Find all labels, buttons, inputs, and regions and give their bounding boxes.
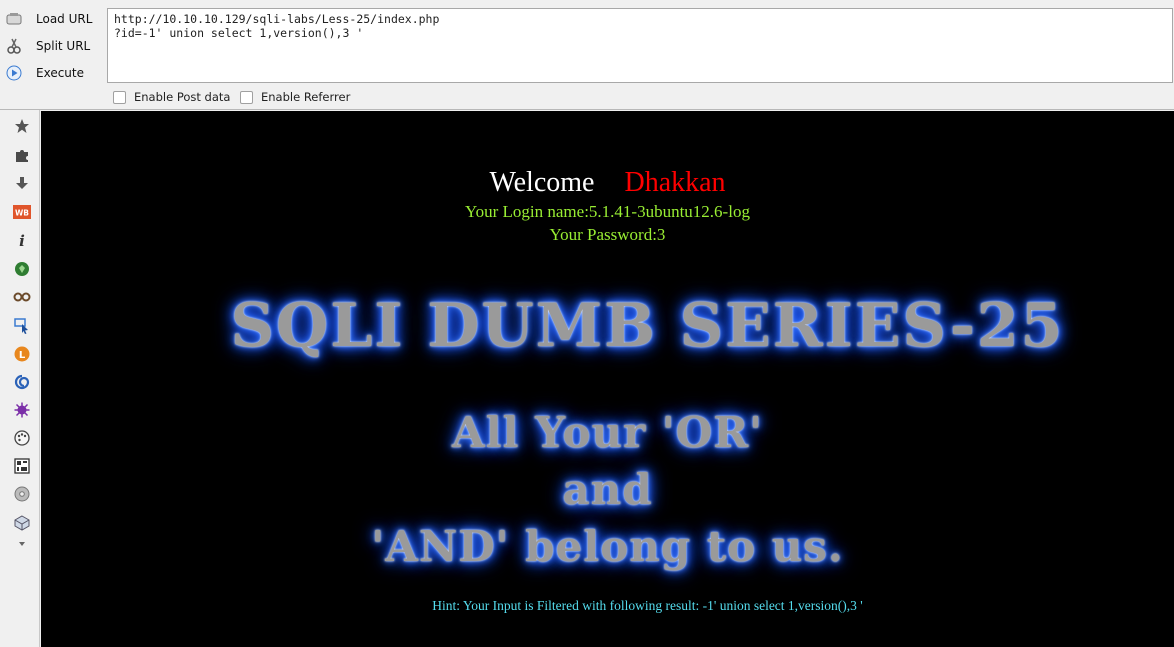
download-icon[interactable]: [12, 173, 32, 193]
load-url-icon: [4, 9, 24, 29]
star-icon[interactable]: [12, 116, 32, 136]
svg-text:i: i: [19, 232, 25, 248]
welcome-word: Welcome: [489, 167, 595, 198]
glasses-icon[interactable]: [12, 287, 32, 307]
filter-hint: Hint: Your Input is Filtered with follow…: [432, 598, 863, 613]
virus-icon[interactable]: [12, 400, 32, 420]
l-icon[interactable]: L: [12, 344, 32, 364]
slogan-line-1: All Your 'OR': [452, 408, 763, 457]
welcome-name: Dhakkan: [624, 167, 726, 198]
split-url-label: Split URL: [36, 39, 91, 53]
enable-referrer-checkbox[interactable]: Enable Referrer: [240, 90, 350, 104]
enable-post-data-checkbox[interactable]: Enable Post data: [113, 90, 230, 104]
wb-icon[interactable]: WB: [12, 202, 32, 222]
login-name-line: Your Login name:5.1.41-3ubuntu12.6-log: [465, 202, 750, 221]
scissors-icon: [4, 36, 24, 56]
puzzle-icon[interactable]: [12, 145, 32, 165]
checkbox-box[interactable]: [240, 90, 253, 104]
load-url-button[interactable]: Load URL: [4, 8, 100, 30]
enable-referrer-label: Enable Referrer: [261, 90, 351, 104]
grid-icon[interactable]: [12, 456, 32, 476]
cube-icon[interactable]: [12, 513, 32, 533]
enable-post-data-label: Enable Post data: [134, 90, 231, 104]
split-url-button[interactable]: Split URL: [4, 35, 100, 57]
shield-icon[interactable]: [12, 259, 32, 279]
info-icon[interactable]: i: [12, 230, 32, 250]
cursor-icon[interactable]: [12, 316, 32, 336]
palette-icon[interactable]: [12, 428, 32, 448]
swirl-icon[interactable]: [12, 372, 32, 392]
execute-button[interactable]: Execute: [4, 62, 100, 84]
addon-sidebar: WB i L: [0, 110, 40, 647]
page-content: Welcome Dhakkan Your Login name:5.1.41-3u…: [41, 111, 1174, 647]
welcome-line: Welcome Dhakkan: [41, 167, 1174, 199]
svg-text:WB: WB: [15, 209, 29, 218]
execute-label: Execute: [36, 66, 84, 80]
disc-icon[interactable]: [12, 484, 32, 504]
slogan-line-3: 'AND' belong to us.: [371, 522, 844, 571]
svg-text:L: L: [19, 350, 26, 361]
chevron-down-icon[interactable]: [12, 534, 32, 554]
load-url-label: Load URL: [36, 12, 93, 26]
play-icon: [4, 63, 24, 83]
hackbar-toolbar: Load URL Split URL Execute http://10.10.…: [0, 0, 1174, 110]
checkbox-box[interactable]: [113, 90, 126, 104]
series-title-banner: SQLI DUMB SERIES-25: [230, 291, 1065, 361]
slogan-line-2: and: [562, 465, 653, 514]
url-textarea[interactable]: http://10.10.10.129/sqli-labs/Less-25/in…: [107, 8, 1173, 83]
password-line: Your Password:3: [549, 225, 666, 244]
